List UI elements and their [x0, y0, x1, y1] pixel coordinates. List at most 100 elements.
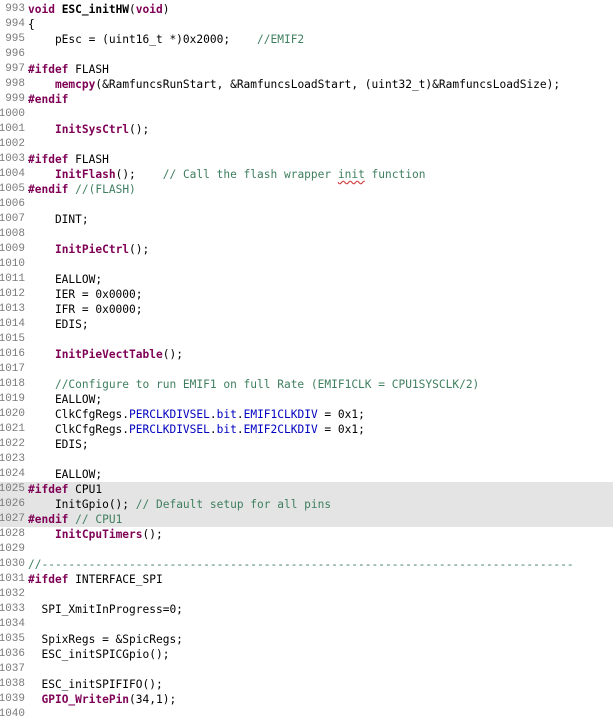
code-line[interactable]: 1033 SPI_XmitInProgress=0;	[0, 602, 613, 617]
code-line[interactable]: 1020 ClkCfgRegs.PERCLKDIVSEL.bit.EMIF1CL…	[0, 407, 613, 422]
code-text[interactable]: InitFlash(); // Call the flash wrapper i…	[28, 167, 425, 182]
line-number-text: 1017	[0, 363, 25, 375]
code-line[interactable]: 1030//----------------------------------…	[0, 557, 613, 572]
code-line[interactable]: 1027 #endif // CPU1	[0, 512, 613, 527]
line-number-text: 1020	[0, 408, 25, 420]
code-text[interactable]: #ifdef CPU1	[28, 482, 102, 497]
code-editor[interactable]: 993 void ESC_initHW(void) 994{995 pEsc = (…	[0, 2, 613, 722]
code-text[interactable]: void ESC_initHW(void)	[28, 2, 170, 17]
code-text[interactable]: #endif // CPU1	[28, 512, 122, 527]
code-line[interactable]: 1036 ESC_initSPICGpio();	[0, 647, 613, 662]
code-line[interactable]: 1026 InitGpio(); // Default setup for al…	[0, 497, 613, 512]
code-line[interactable]: 997 #ifdef FLASH	[0, 62, 613, 77]
code-line[interactable]: 1010	[0, 257, 613, 272]
code-token: InitGpio();	[28, 498, 136, 511]
code-line[interactable]: 1011 EALLOW;	[0, 272, 613, 287]
code-text[interactable]: EDIS;	[28, 437, 89, 452]
code-line[interactable]: 1008	[0, 227, 613, 242]
code-line[interactable]: 1034	[0, 617, 613, 632]
code-text[interactable]: IFR = 0x0000;	[28, 302, 143, 317]
code-line[interactable]: 1002	[0, 137, 613, 152]
code-text[interactable]: EALLOW;	[28, 272, 102, 287]
code-line[interactable]: 995 pEsc = (uint16_t *)0x2000; //EMIF2	[0, 32, 613, 47]
code-line[interactable]: 1003 #ifdef FLASH	[0, 152, 613, 167]
code-line[interactable]: 1012 IER = 0x0000;	[0, 287, 613, 302]
code-text[interactable]: pEsc = (uint16_t *)0x2000; //EMIF2	[28, 32, 304, 47]
code-text[interactable]: SpixRegs = &SpicRegs;	[28, 632, 182, 647]
code-text[interactable]: IER = 0x0000;	[28, 287, 143, 302]
code-line[interactable]: 1025 #ifdef CPU1	[0, 482, 613, 497]
code-line[interactable]: 1029	[0, 542, 613, 557]
code-line[interactable]: 1024 EALLOW;	[0, 467, 613, 482]
code-line[interactable]: 1015	[0, 332, 613, 347]
code-line[interactable]: 1019 EALLOW;	[0, 392, 613, 407]
code-line[interactable]: 994{	[0, 17, 613, 32]
code-text[interactable]: DINT;	[28, 212, 89, 227]
code-text[interactable]: ESC_initSPICGpio();	[28, 647, 169, 662]
code-token: EDIS;	[28, 438, 89, 451]
code-text[interactable]: ESC_initSPIFIFO();	[28, 677, 162, 692]
code-text[interactable]: #endif //(FLASH)	[28, 182, 136, 197]
code-text[interactable]: InitPieCtrl();	[28, 242, 149, 257]
code-line[interactable]: 993 void ESC_initHW(void)	[0, 2, 613, 17]
code-text[interactable]: #ifdef INTERFACE_SPI	[28, 572, 163, 587]
code-line[interactable]: 1006	[0, 197, 613, 212]
line-number: 995	[0, 32, 25, 47]
code-line[interactable]: 999 #endif	[0, 92, 613, 107]
code-text[interactable]: InitSysCtrl();	[28, 122, 149, 137]
code-text[interactable]: #ifdef FLASH	[28, 152, 109, 167]
code-line[interactable]: 1028 InitCpuTimers();	[0, 527, 613, 542]
line-number: 1025	[0, 482, 25, 497]
code-line[interactable]: 1001 InitSysCtrl();	[0, 122, 613, 137]
code-text[interactable]: {	[28, 17, 35, 32]
code-text[interactable]: EALLOW;	[28, 392, 102, 407]
code-line[interactable]: 998 memcpy(&RamfuncsRunStart, &RamfuncsL…	[0, 77, 613, 92]
code-line[interactable]: 1013 IFR = 0x0000;	[0, 302, 613, 317]
code-line[interactable]: 1021 ClkCfgRegs.PERCLKDIVSEL.bit.EMIF2CL…	[0, 422, 613, 437]
code-line[interactable]: 1022 EDIS;	[0, 437, 613, 452]
code-text[interactable]: ClkCfgRegs.PERCLKDIVSEL.bit.EMIF2CLKDIV …	[28, 422, 365, 437]
line-number: 1020	[0, 407, 25, 422]
code-line[interactable]: 1000	[0, 107, 613, 122]
code-line[interactable]: 1032	[0, 587, 613, 602]
line-number-text: 1036	[0, 648, 25, 660]
code-line[interactable]: 1040	[0, 707, 613, 722]
code-text[interactable]: memcpy(&RamfuncsRunStart, &RamfuncsLoadS…	[28, 77, 560, 92]
code-line[interactable]: 1016 InitPieVectTable();	[0, 347, 613, 362]
code-text[interactable]: #endif	[28, 92, 68, 107]
code-text[interactable]: InitPieVectTable();	[28, 347, 183, 362]
code-line[interactable]: 1007 DINT;	[0, 212, 613, 227]
code-line[interactable]: 1018 //Configure to run EMIF1 on full Ra…	[0, 377, 613, 392]
code-text[interactable]: ClkCfgRegs.PERCLKDIVSEL.bit.EMIF1CLKDIV …	[28, 407, 365, 422]
line-number: 1038	[0, 677, 25, 692]
code-line[interactable]: 1004 InitFlash(); // Call the flash wrap…	[0, 167, 613, 182]
code-text[interactable]: InitCpuTimers();	[28, 527, 163, 542]
code-text[interactable]: EDIS;	[28, 317, 89, 332]
code-line[interactable]: 1005 #endif //(FLASH)	[0, 182, 613, 197]
code-text[interactable]: InitGpio(); // Default setup for all pin…	[28, 497, 331, 512]
code-line[interactable]: 1039 GPIO_WritePin(34,1);	[0, 692, 613, 707]
code-line[interactable]: 1037	[0, 662, 613, 677]
code-token: FLASH	[68, 153, 109, 166]
code-text[interactable]: //Configure to run EMIF1 on full Rate (E…	[28, 377, 479, 392]
line-number: 1026	[0, 497, 25, 512]
code-line[interactable]: 1023	[0, 452, 613, 467]
code-line[interactable]: 1009 InitPieCtrl();	[0, 242, 613, 257]
line-number-text: 995	[5, 33, 25, 45]
code-text[interactable]: EALLOW;	[28, 467, 102, 482]
code-text[interactable]: SPI_XmitInProgress=0;	[28, 602, 182, 617]
code-line[interactable]: 1014 EDIS;	[0, 317, 613, 332]
line-number: 1039	[0, 692, 25, 707]
code-line[interactable]: 996	[0, 47, 613, 62]
code-line[interactable]: 1031 #ifdef INTERFACE_SPI	[0, 572, 613, 587]
code-line[interactable]: 1038 ESC_initSPIFIFO();	[0, 677, 613, 692]
code-line[interactable]: 1017	[0, 362, 613, 377]
code-text[interactable]: GPIO_WritePin(34,1);	[28, 692, 176, 707]
code-text[interactable]: //--------------------------------------…	[28, 557, 574, 572]
code-token: ();	[142, 528, 163, 541]
code-text[interactable]: #ifdef FLASH	[28, 62, 109, 77]
code-token: InitFlash	[54, 168, 116, 181]
code-line[interactable]: 1035 SpixRegs = &SpicRegs;	[0, 632, 613, 647]
line-number: 1000	[0, 107, 25, 122]
